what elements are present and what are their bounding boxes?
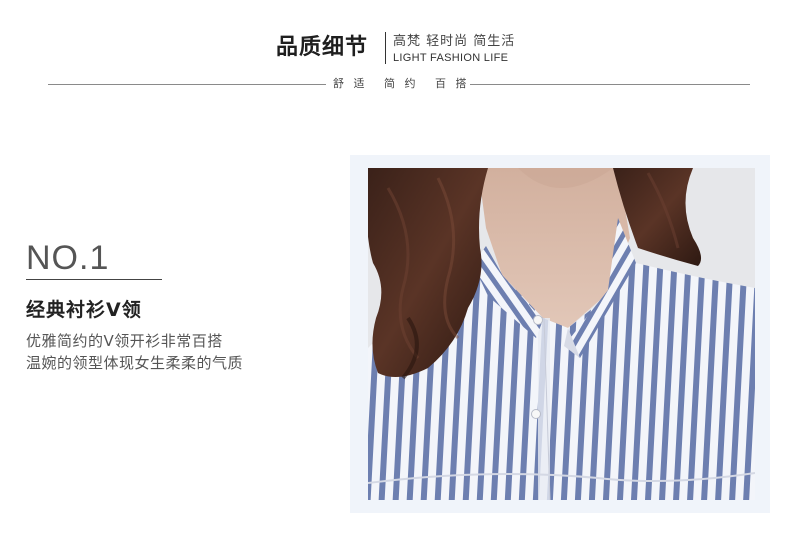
header: 品质细节 高梵 轻时尚 简生活 LIGHT FASHION LIFE (0, 26, 790, 74)
feature-number-underline (26, 279, 162, 280)
header-english: LIGHT FASHION LIFE (393, 52, 509, 64)
shirt-collar-illustration (368, 168, 755, 500)
feature-number: NO.1 (26, 239, 110, 277)
feature-description-line-1: 优雅简约的V领开衫非常百搭 (26, 332, 223, 350)
header-title: 品质细节 (276, 35, 369, 60)
divider-left (48, 84, 326, 85)
tag-comfort: 舒 适 (333, 77, 368, 90)
feature-description-line-2: 温婉的领型体现女生柔柔的气质 (26, 354, 244, 372)
tag-versatile: 百 搭 (435, 77, 470, 90)
header-tagline: 高梵 轻时尚 简生活 LIGHT FASHION LIFE (393, 33, 593, 66)
header-tags: 舒 适 简 约 百 搭 (333, 76, 467, 92)
product-photo (368, 168, 755, 500)
tag-simple: 简 约 (384, 77, 419, 90)
divider-right (470, 84, 750, 85)
header-divider (385, 32, 386, 64)
feature-title: 经典衬衫V领 (26, 299, 142, 321)
feature-description: 优雅简约的V领开衫非常百搭 温婉的领型体现女生柔柔的气质 (26, 330, 326, 374)
header-slogan: 高梵 轻时尚 简生活 (393, 34, 516, 49)
